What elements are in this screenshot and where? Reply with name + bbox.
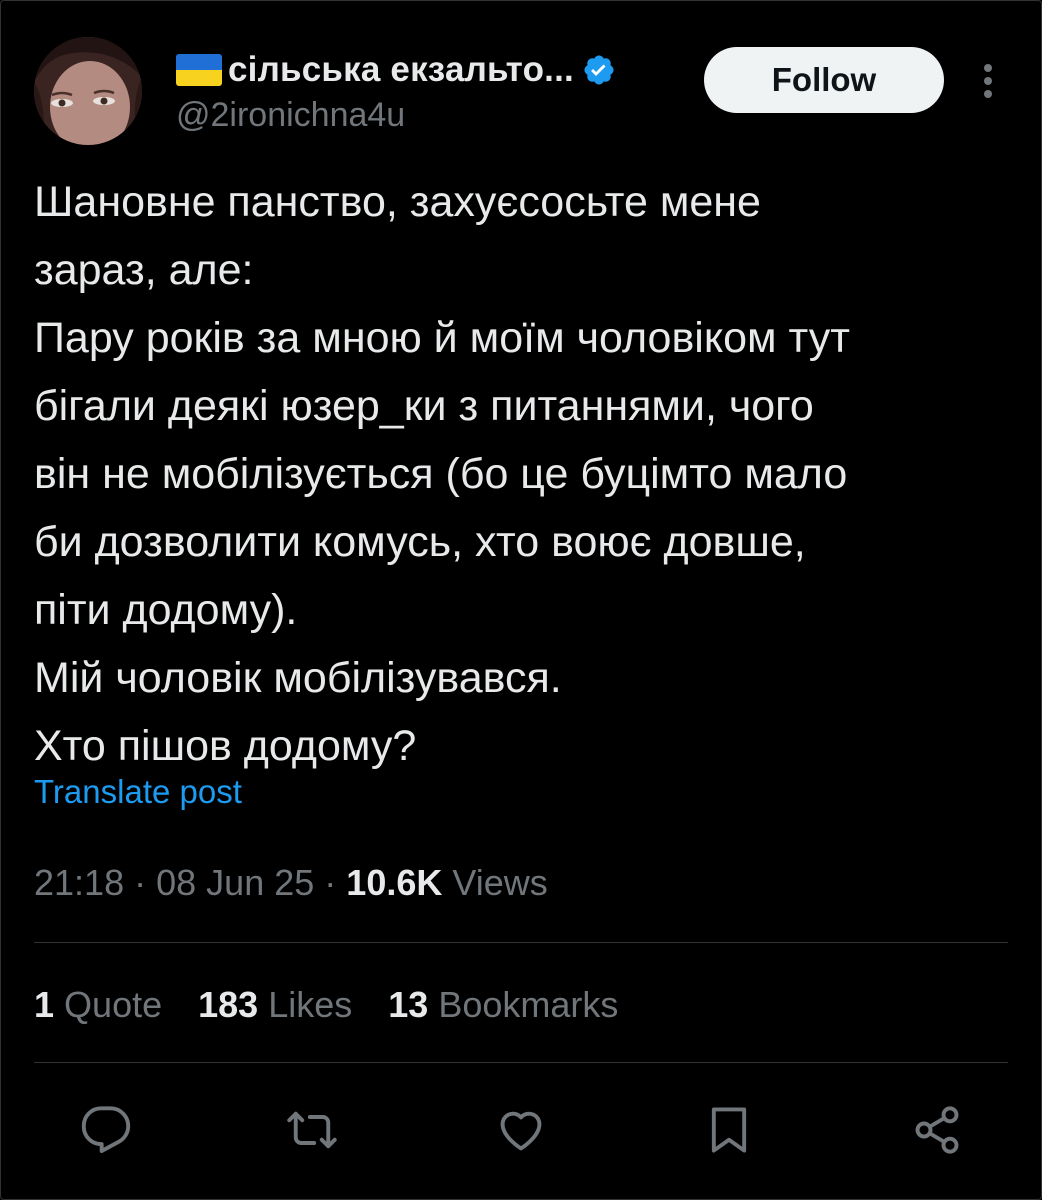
- post-time[interactable]: 21:18: [34, 862, 124, 903]
- more-options-icon[interactable]: [970, 58, 1006, 104]
- bookmarks-count: 13: [388, 984, 429, 1025]
- post-text-line: Шановне панство, захуєсосьте мене: [34, 178, 761, 226]
- post-text-line: піти додому).: [34, 586, 298, 634]
- avatar[interactable]: [34, 37, 142, 145]
- bookmarks-stat[interactable]: 13 Bookmarks: [388, 984, 618, 1026]
- quotes-stat[interactable]: 1 Quote: [34, 984, 162, 1026]
- author-name-row[interactable]: сільська екзальто...: [176, 48, 616, 92]
- translate-post-link[interactable]: Translate post: [34, 773, 242, 811]
- action-bar: [0, 1098, 1042, 1162]
- quotes-label: Quote: [64, 984, 163, 1025]
- verified-badge-icon[interactable]: [582, 53, 616, 87]
- post-text-line: бігали деякі юзер_ки з питаннями, чого: [34, 382, 814, 430]
- meta-separator: ·: [134, 862, 147, 903]
- retweet-icon[interactable]: [280, 1098, 344, 1162]
- likes-label: Likes: [268, 984, 353, 1025]
- author-display-name[interactable]: сільська екзальто...: [228, 50, 574, 90]
- share-icon[interactable]: [905, 1098, 969, 1162]
- reply-icon[interactable]: [74, 1098, 138, 1162]
- post-text-line: Мій чоловік мобілізувався.: [34, 654, 562, 702]
- views-label: Views: [452, 862, 548, 903]
- like-icon[interactable]: [489, 1098, 553, 1162]
- bookmarks-label: Bookmarks: [438, 984, 619, 1025]
- post-text-line: Хто пішов додому?: [34, 722, 417, 770]
- likes-stat[interactable]: 183 Likes: [198, 984, 352, 1026]
- likes-count: 183: [198, 984, 259, 1025]
- ukraine-flag-icon: [176, 54, 222, 86]
- follow-button[interactable]: Follow: [704, 47, 944, 113]
- divider: [34, 1062, 1008, 1063]
- post-meta: 21:18 · 08 Jun 25 · 10.6K Views: [34, 862, 548, 904]
- post-date[interactable]: 08 Jun 25: [156, 862, 314, 903]
- views-count: 10.6K: [346, 862, 443, 903]
- meta-separator: ·: [324, 862, 337, 903]
- author-handle[interactable]: @2ironichna4u: [176, 96, 405, 135]
- quotes-count: 1: [34, 984, 55, 1025]
- divider: [34, 942, 1008, 943]
- engagement-stats: 1 Quote 183 Likes 13 Bookmarks: [34, 984, 654, 1026]
- bookmark-icon[interactable]: [697, 1098, 761, 1162]
- post-text-line: би дозволити комусь, хто воює довше,: [34, 518, 806, 566]
- post-text-line: він не мобілізується (бо це буцімто мало: [34, 450, 848, 498]
- post-text-line: Пару років за мною й моїм чоловіком тут: [34, 314, 850, 362]
- post-text-line: зараз, але:: [34, 246, 254, 294]
- post-text: Шановне панство, захуєсосьте мене зараз,…: [34, 168, 1014, 780]
